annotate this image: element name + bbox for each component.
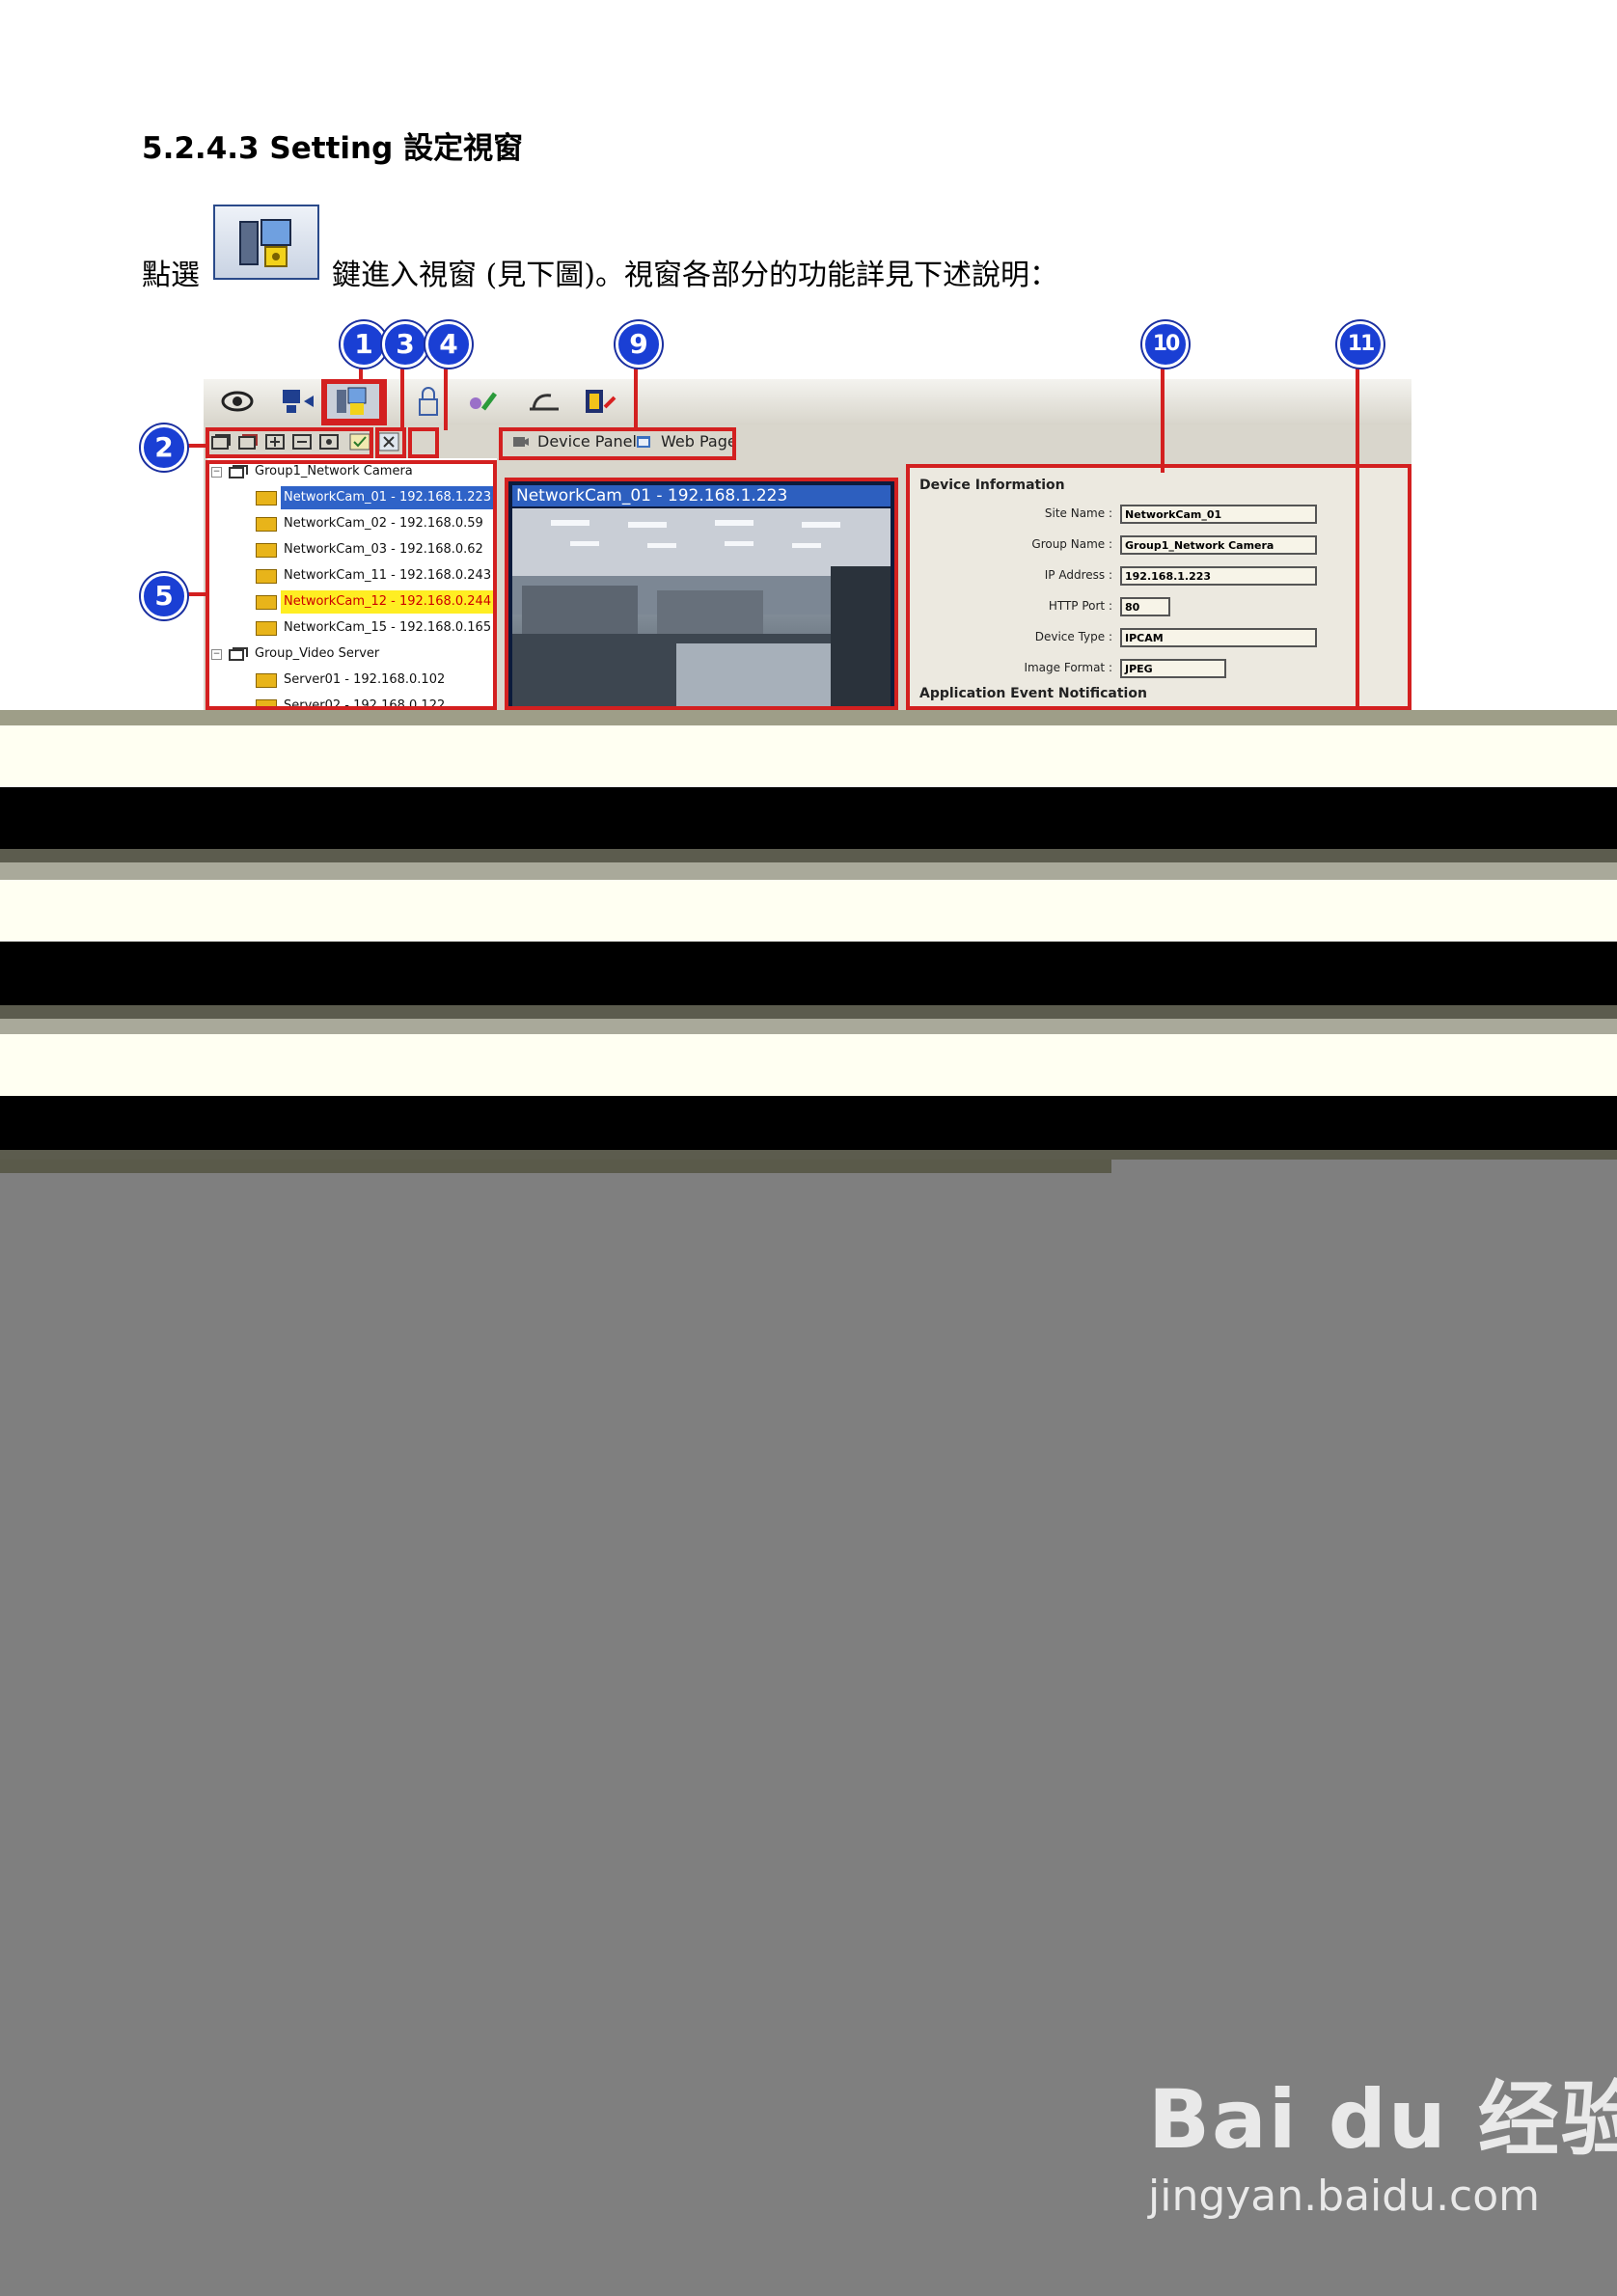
corrupted-band: [0, 942, 1617, 1005]
badge-9: 9: [616, 321, 662, 368]
watermark-url: jingyan.baidu.com: [1148, 2172, 1541, 2221]
corrupted-band: [0, 1034, 1617, 1096]
callout-box-5: [206, 460, 497, 710]
live-view-icon: [221, 391, 254, 412]
corrupted-band: [0, 725, 1617, 787]
badge-10: 10: [1142, 321, 1189, 368]
callout-box-2: [206, 427, 373, 458]
leader-line-4: [444, 365, 448, 430]
cable-icon: [530, 394, 559, 411]
corrupted-band: [0, 849, 1617, 862]
corrupted-band: [0, 1160, 1111, 1173]
badge-2: 2: [141, 424, 187, 471]
intro-text-pre: 點選: [142, 259, 200, 292]
badge-4: 4: [425, 321, 472, 368]
playback-icon: [283, 390, 314, 413]
section-heading: 5.2.4.3 Setting 設定視窗: [142, 131, 524, 166]
users-icon: [470, 392, 497, 411]
corrupted-band: [0, 862, 1617, 880]
corrupted-band: [0, 1096, 1617, 1150]
badge-11: 11: [1337, 321, 1384, 368]
badge-1: 1: [341, 321, 387, 368]
badge-3: 3: [382, 321, 428, 368]
corrupted-band: [0, 1005, 1617, 1019]
callout-box-3: [375, 427, 406, 458]
setting-window-screenshot: Device Panel Web Page − Group1_Network C…: [204, 379, 1411, 710]
callout-box-video: [505, 478, 898, 710]
intro-text-post: 鍵進入視窗 (見下圖)。視窗各部分的功能詳見下述說明：: [332, 259, 1058, 292]
watermark-brand: Bai du 经验: [1148, 2072, 1617, 2167]
lock-icon: [419, 387, 438, 416]
exit-icon: [586, 390, 617, 413]
leader-line-10: [1161, 365, 1165, 473]
leader-line-11: [1356, 365, 1359, 710]
baidu-watermark: Bai du 经验 jingyan.baidu.com: [1148, 2055, 1617, 2221]
callout-box-1: [321, 379, 387, 425]
setting-button-icon: [213, 205, 319, 280]
badge-5: 5: [141, 573, 187, 619]
leader-line-9: [634, 365, 638, 430]
callout-box-9: [499, 427, 736, 460]
callout-box-4: [408, 427, 439, 458]
leader-line-3: [400, 365, 404, 430]
corrupted-band: [0, 710, 1617, 725]
corrupted-band: [0, 787, 1617, 849]
callout-box-10: [906, 464, 1411, 710]
corrupted-band: [0, 1150, 1617, 1160]
corrupted-band: [0, 1019, 1617, 1034]
corrupted-band: [0, 880, 1617, 942]
